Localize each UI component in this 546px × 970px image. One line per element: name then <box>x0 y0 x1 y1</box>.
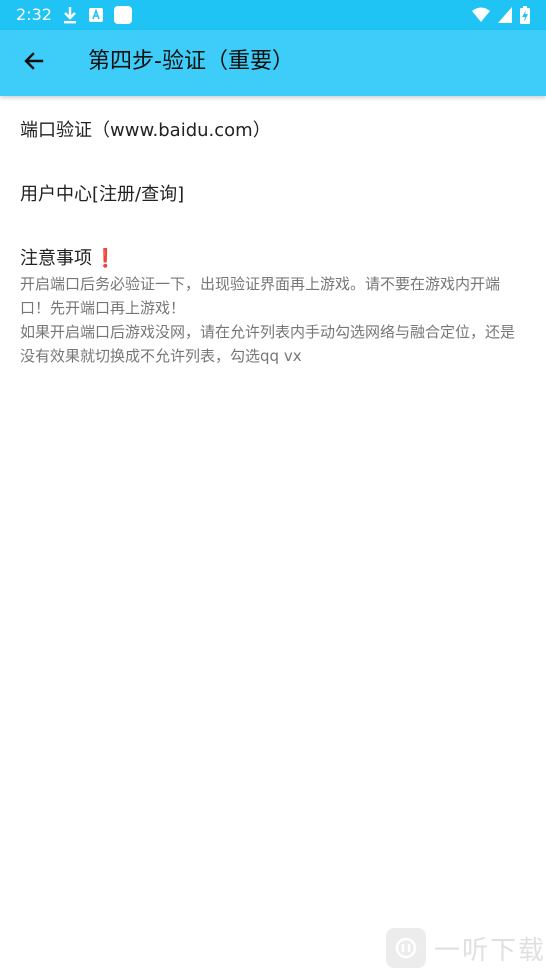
keyboard-icon <box>88 7 104 27</box>
user-center-item[interactable]: 用户中心[注册/查询] <box>20 182 184 208</box>
status-icons-left <box>62 6 132 28</box>
status-bar: 2:32 <box>0 0 546 30</box>
download-icon <box>62 6 78 28</box>
page-title: 第四步-验证（重要） <box>88 49 294 74</box>
watermark-text: 一听下载 <box>434 935 546 966</box>
port-verify-item[interactable]: 端口验证（www.baidu.com） <box>20 118 271 144</box>
app-icon <box>114 6 132 28</box>
battery-charging-icon <box>520 6 530 28</box>
status-icons-right <box>472 6 530 28</box>
wifi-icon <box>472 7 490 27</box>
status-time: 2:32 <box>16 5 52 24</box>
exclamation-icon: ❗ <box>94 248 117 269</box>
signal-icon <box>498 7 512 27</box>
notice-title-text: 注意事项 <box>20 248 92 269</box>
watermark-logo-icon <box>386 928 426 968</box>
arrow-left-icon <box>22 49 46 77</box>
notice-line-1: 开启端口后务必验证一下，出现验证界面再上游戏。请不要在游戏内开端口！先开端口再上… <box>20 275 501 317</box>
watermark: 一听下载 <box>386 928 546 968</box>
notice-line-2: 如果开启端口后游戏没网，请在允许列表内手动勾选网络与融合定位，还是没有效果就切换… <box>20 323 516 365</box>
back-button[interactable] <box>14 43 54 83</box>
notice-body: 开启端口后务必验证一下，出现验证界面再上游戏。请不要在游戏内开端口！先开端口再上… <box>20 272 520 368</box>
notice-title: 注意事项 ❗ <box>20 246 116 272</box>
app-bar: 第四步-验证（重要） <box>0 30 546 96</box>
